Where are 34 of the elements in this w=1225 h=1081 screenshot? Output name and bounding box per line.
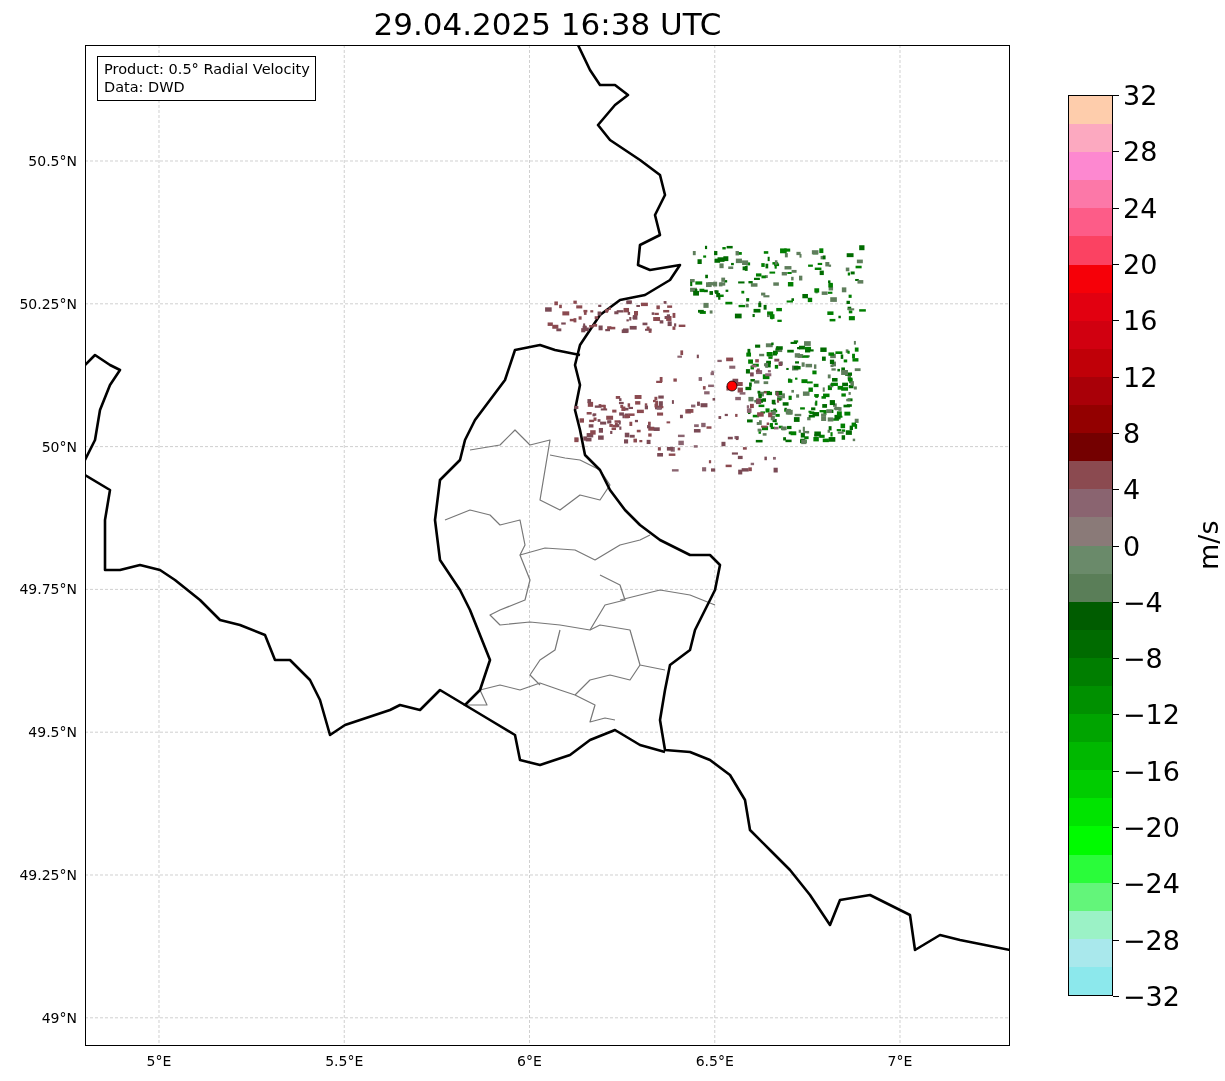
colorbar-tick-label: 24 [1123, 194, 1158, 222]
colorbar-tick-label: 12 [1123, 363, 1158, 391]
colorbar-tick-label: −12 [1123, 700, 1180, 728]
colorbar-label: m/s [1192, 520, 1225, 571]
info-text: Product: 0.5° Radial Velocity [104, 60, 310, 78]
latitude-label: 49.5°N [28, 722, 77, 742]
colorbar-tick-label: 28 [1123, 137, 1158, 165]
colorbar-tick-label: −16 [1123, 757, 1180, 785]
colorbar-tick-label: −28 [1123, 926, 1180, 954]
colorbar-tick-label: −4 [1123, 588, 1163, 616]
colorbar-tick-label: −32 [1123, 982, 1180, 1010]
longitude-label: 5.5°E [325, 1052, 364, 1071]
colorbar-tick-label: 20 [1123, 250, 1158, 278]
latitude-label: 50.5°N [28, 151, 77, 171]
latitude-label: 49°N [41, 1008, 77, 1028]
longitude-label: 7°E [887, 1052, 913, 1071]
colorbar-tick-label: −20 [1123, 813, 1180, 841]
chart-title: 29.04.2025 16:38 UTC [372, 5, 723, 44]
longitude-label: 6.5°E [695, 1052, 734, 1071]
latitude-label: 49.25°N [19, 865, 77, 885]
colorbar-tick-label: 0 [1123, 532, 1141, 559]
longitude-label: 6°E [517, 1052, 542, 1071]
radar-site-marker [726, 380, 738, 392]
colorbar-tick-label: −8 [1123, 644, 1163, 672]
latitude-label: 50.25°N [19, 294, 77, 314]
colorbar-tick-label: 32 [1123, 81, 1158, 109]
latitude-label: 49.75°N [19, 579, 77, 599]
colorbar-tick-label: −24 [1123, 869, 1180, 897]
latitude-label: 50°N [41, 437, 77, 457]
colorbar-tick-label: 4 [1123, 475, 1141, 503]
info-text: Data: DWD [104, 78, 186, 96]
longitude-label: 5°E [146, 1052, 172, 1071]
colorbar-tick-label: 16 [1123, 306, 1158, 334]
colorbar-tick-label: 8 [1123, 419, 1141, 447]
